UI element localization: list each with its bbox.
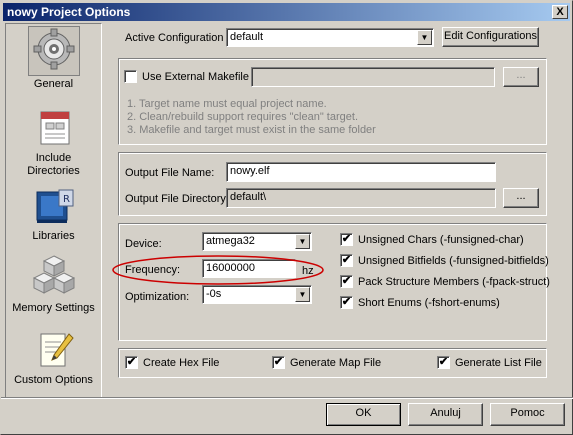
title-bar[interactable]: nowy Project Options X xyxy=(3,3,570,21)
makefile-note: 1. Target name must equal project name. xyxy=(127,98,327,110)
help-button[interactable]: Pomoc xyxy=(490,403,565,426)
project-options-dialog: nowy Project Options X General Include D… xyxy=(0,0,573,435)
chevron-down-icon[interactable]: ▼ xyxy=(417,30,432,45)
active-configuration-label: Active Configuration xyxy=(125,32,224,44)
active-configuration-value: default xyxy=(230,31,264,43)
makefile-note: 3. Makefile and target must exist in the… xyxy=(127,124,376,136)
nav-item-custom-options[interactable]: Custom Options xyxy=(8,330,99,387)
edit-configurations-label: Edit Configurations xyxy=(444,30,537,42)
output-file-name-value: nowy.elf xyxy=(230,165,270,177)
short-enums-checkbox[interactable]: ✔ xyxy=(340,296,353,309)
close-button[interactable]: X xyxy=(552,5,568,19)
nav-label: Include Directories xyxy=(27,152,80,177)
check-icon: ✔ xyxy=(438,356,449,368)
svg-text:R: R xyxy=(63,194,70,205)
cancel-label: Anuluj xyxy=(430,407,461,419)
output-file-name-label: Output File Name: xyxy=(125,167,215,179)
optimization-value: -0s xyxy=(206,288,222,300)
makefile-browse-label: ... xyxy=(516,69,526,81)
optimization-label: Optimization: xyxy=(125,291,190,303)
nav-label: Memory Settings xyxy=(12,302,95,314)
generate-map-file-checkbox[interactable]: ✔ xyxy=(272,356,285,369)
include-directories-icon xyxy=(28,108,80,150)
output-directory-browse-label: ... xyxy=(516,190,526,202)
cancel-button[interactable]: Anuluj xyxy=(408,403,483,426)
check-icon: ✔ xyxy=(341,254,352,266)
nav-item-memory-settings[interactable]: Memory Settings xyxy=(8,254,99,315)
custom-options-icon xyxy=(28,330,80,372)
nav-label: General xyxy=(33,78,74,90)
device-dropdown[interactable]: atmega32 ▼ xyxy=(202,232,312,251)
nav-label: Custom Options xyxy=(14,374,93,386)
chevron-down-icon[interactable]: ▼ xyxy=(295,287,310,302)
output-file-directory-label: Output File Directory: xyxy=(125,193,229,205)
generate-list-file-checkbox[interactable]: ✔ xyxy=(437,356,450,369)
generate-list-file-label: Generate List File xyxy=(455,357,542,369)
create-hex-file-label: Create Hex File xyxy=(143,357,220,369)
options-nav: General Include Directories R Libraries … xyxy=(5,23,102,399)
device-value: atmega32 xyxy=(206,235,255,247)
edit-configurations-button[interactable]: Edit Configurations xyxy=(442,27,539,47)
memory-blocks-icon xyxy=(28,254,80,300)
active-configuration-dropdown[interactable]: default ▼ xyxy=(226,28,434,47)
chevron-down-icon[interactable]: ▼ xyxy=(295,234,310,249)
check-icon: ✔ xyxy=(341,296,352,308)
nav-label: Libraries xyxy=(32,230,75,242)
window-title: nowy Project Options xyxy=(7,5,131,19)
close-icon: X xyxy=(556,6,564,18)
use-external-makefile-label: Use External Makefile xyxy=(142,71,249,83)
unsigned-chars-checkbox[interactable]: ✔ xyxy=(340,233,353,246)
short-enums-label: Short Enums (-fshort-enums) xyxy=(358,297,500,309)
makefile-browse-button: ... xyxy=(503,67,539,87)
output-directory-browse-button[interactable]: ... xyxy=(503,188,539,208)
nav-item-libraries[interactable]: R Libraries xyxy=(8,186,99,243)
check-icon: ✔ xyxy=(273,356,284,368)
create-hex-file-checkbox[interactable]: ✔ xyxy=(125,356,138,369)
help-label: Pomoc xyxy=(510,407,545,419)
libraries-icon: R xyxy=(28,186,80,228)
check-icon: ✔ xyxy=(341,233,352,245)
unsigned-bitfields-label: Unsigned Bitfields (-funsigned-bitfields… xyxy=(358,255,549,267)
pack-structure-members-checkbox[interactable]: ✔ xyxy=(340,275,353,288)
output-file-name-input[interactable]: nowy.elf xyxy=(226,162,496,182)
check-icon: ✔ xyxy=(341,275,352,287)
unsigned-chars-label: Unsigned Chars (-funsigned-char) xyxy=(358,234,524,246)
makefile-note: 2. Clean/rebuild support requires "clean… xyxy=(127,111,358,123)
generate-map-file-label: Generate Map File xyxy=(290,357,382,369)
output-file-directory-field: default\ xyxy=(226,188,496,208)
makefile-path-field xyxy=(251,67,495,87)
ok-button[interactable]: OK xyxy=(326,403,401,426)
use-external-makefile-checkbox[interactable] xyxy=(124,70,137,83)
ok-label: OK xyxy=(355,407,372,419)
pack-structure-members-label: Pack Structure Members (-fpack-struct) xyxy=(358,276,550,288)
nav-item-include-directories[interactable]: Include Directories xyxy=(8,108,99,178)
gear-icon xyxy=(27,26,80,76)
nav-item-general[interactable]: General xyxy=(8,26,99,91)
output-file-directory-value: default\ xyxy=(230,191,267,203)
check-icon: ✔ xyxy=(126,356,137,368)
device-label: Device: xyxy=(125,238,162,250)
optimization-dropdown[interactable]: -0s ▼ xyxy=(202,285,312,304)
frequency-highlight-ellipse xyxy=(112,255,324,285)
unsigned-bitfields-checkbox[interactable]: ✔ xyxy=(340,254,353,267)
footer-separator xyxy=(1,397,573,399)
